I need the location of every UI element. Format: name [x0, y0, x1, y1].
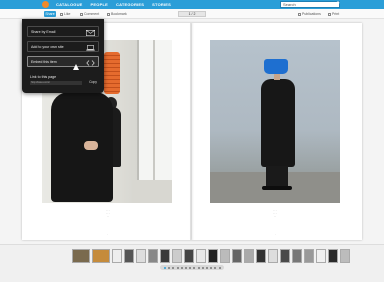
nav-item-catalogue[interactable]: CATALOGUE — [56, 1, 83, 8]
pagination-dot[interactable] — [185, 266, 187, 269]
like-label: Like — [64, 12, 71, 16]
publications-label: Publications — [302, 12, 321, 16]
pagination-dot[interactable] — [172, 266, 175, 269]
pagination-dot[interactable] — [214, 266, 217, 269]
page-indicator[interactable]: 1 / 2 — [178, 11, 206, 17]
laptop-icon — [86, 44, 95, 51]
comment-icon — [80, 12, 83, 16]
search-input[interactable]: Search — [280, 1, 340, 8]
envelope-icon — [86, 29, 95, 36]
publications-icon — [298, 12, 301, 16]
page-thumbnail[interactable] — [196, 249, 206, 263]
page-link-field[interactable]: http://issuu.com/ — [30, 81, 82, 85]
share-button[interactable]: Share — [44, 11, 56, 17]
pagination-dot[interactable] — [218, 266, 221, 269]
page-thumbnail[interactable] — [160, 249, 170, 263]
page-thumbnail[interactable] — [136, 249, 146, 263]
pagination-dot[interactable] — [176, 266, 179, 269]
page-thumbnail[interactable] — [112, 249, 122, 263]
model-shoes — [262, 186, 292, 190]
thumbnail-strip — [0, 244, 384, 282]
window — [137, 40, 172, 180]
print-icon — [328, 12, 331, 16]
pagination-dot[interactable] — [201, 266, 204, 269]
page-thumbnail[interactable] — [124, 249, 134, 263]
paper-lantern — [104, 52, 120, 94]
add-to-site-item[interactable]: Add to your own site — [27, 41, 99, 52]
pagination-dot[interactable] — [168, 266, 171, 269]
nav-item-categories[interactable]: CATEGORIES — [116, 1, 144, 8]
embed-label: Embed this item — [31, 60, 57, 64]
print-button[interactable]: Print — [328, 11, 339, 17]
page-thumbnail[interactable] — [316, 249, 326, 263]
page-thumbnail[interactable] — [280, 249, 290, 263]
pagination-dot[interactable] — [180, 266, 183, 269]
embed-item[interactable]: Embed this item — [27, 56, 99, 67]
page-thumbnail[interactable] — [232, 249, 242, 263]
top-nav-bar: CATALOGUE PEOPLE CATEGORIES STORIES Sear… — [0, 0, 384, 9]
page-thumbnail[interactable] — [244, 249, 254, 263]
left-page-number: · — [107, 233, 108, 236]
page-thumbnail[interactable] — [72, 249, 90, 263]
page-thumbnail[interactable] — [172, 249, 182, 263]
comment-label: Comment — [84, 12, 100, 16]
window-mullion — [153, 40, 155, 180]
bookmark-button[interactable]: Bookmark — [107, 11, 127, 17]
pagination-dot[interactable] — [193, 266, 196, 269]
page-thumbnail[interactable] — [328, 249, 338, 263]
copy-link-button[interactable]: Copy — [89, 80, 97, 85]
thumbnail-list — [72, 249, 350, 263]
like-icon — [60, 12, 63, 16]
pagination-dot[interactable] — [189, 266, 192, 269]
logo-icon[interactable] — [42, 1, 49, 8]
model-in-black-coat — [51, 92, 113, 202]
blue-bucket-hat — [264, 59, 288, 74]
main-nav: CATALOGUE PEOPLE CATEGORIES STORIES — [56, 1, 171, 8]
page-thumbnail[interactable] — [340, 249, 350, 263]
page-thumbnail[interactable] — [184, 249, 194, 263]
pagination-dot[interactable] — [210, 266, 213, 269]
model-neck — [274, 74, 280, 80]
page-thumbnail[interactable] — [220, 249, 230, 263]
right-caption: · · · · · · · · — [272, 209, 278, 218]
share-email-item[interactable]: Share by Email — [27, 26, 99, 37]
bookmark-label: Bookmark — [111, 12, 127, 16]
viewer-root: CATALOGUE PEOPLE CATEGORIES STORIES Sear… — [0, 0, 384, 282]
pagination-dot[interactable] — [164, 266, 166, 269]
page-thumbnail[interactable] — [208, 249, 218, 263]
link-to-page-row: Link to this page http://issuu.com/ Copy — [27, 75, 99, 87]
nav-item-stories[interactable]: STORIES — [152, 1, 171, 8]
left-caption: · · · · · · · · — [105, 209, 111, 218]
share-email-label: Share by Email — [31, 30, 56, 34]
model-in-black-coat-right — [261, 79, 295, 167]
add-to-site-label: Add to your own site — [31, 45, 64, 49]
link-to-page-label: Link to this page — [30, 75, 57, 79]
nav-item-people[interactable]: PEOPLE — [91, 1, 108, 8]
mouse-cursor-icon — [73, 64, 79, 70]
page-thumbnail[interactable] — [148, 249, 158, 263]
page-thumbnail[interactable] — [256, 249, 266, 263]
print-label: Print — [332, 12, 340, 16]
pagination-dot[interactable] — [206, 266, 208, 269]
search-icon[interactable]: ⚲ — [335, 1, 341, 8]
page-thumbnail[interactable] — [268, 249, 278, 263]
bookmark-icon — [107, 12, 110, 16]
pagination-dot[interactable] — [197, 266, 200, 269]
window-sill — [132, 180, 172, 203]
model-hands — [84, 141, 98, 150]
book-spine — [190, 23, 194, 240]
page-thumbnail[interactable] — [292, 249, 302, 263]
thumbnail-scrollbar[interactable] — [160, 265, 224, 270]
right-page-number: · — [275, 233, 276, 236]
publications-button[interactable]: Publications — [298, 11, 321, 17]
page-thumbnail[interactable] — [304, 249, 314, 263]
toolbar: Share Like Comment Bookmark 1 / 2 Public… — [0, 9, 384, 19]
share-menu: Share by Email Add to your own site Embe… — [22, 19, 104, 93]
page-thumbnail[interactable] — [92, 249, 110, 263]
model-legs — [266, 166, 288, 188]
like-button[interactable]: Like — [60, 11, 70, 17]
embed-code-icon — [86, 59, 95, 66]
comment-button[interactable]: Comment — [80, 11, 99, 17]
